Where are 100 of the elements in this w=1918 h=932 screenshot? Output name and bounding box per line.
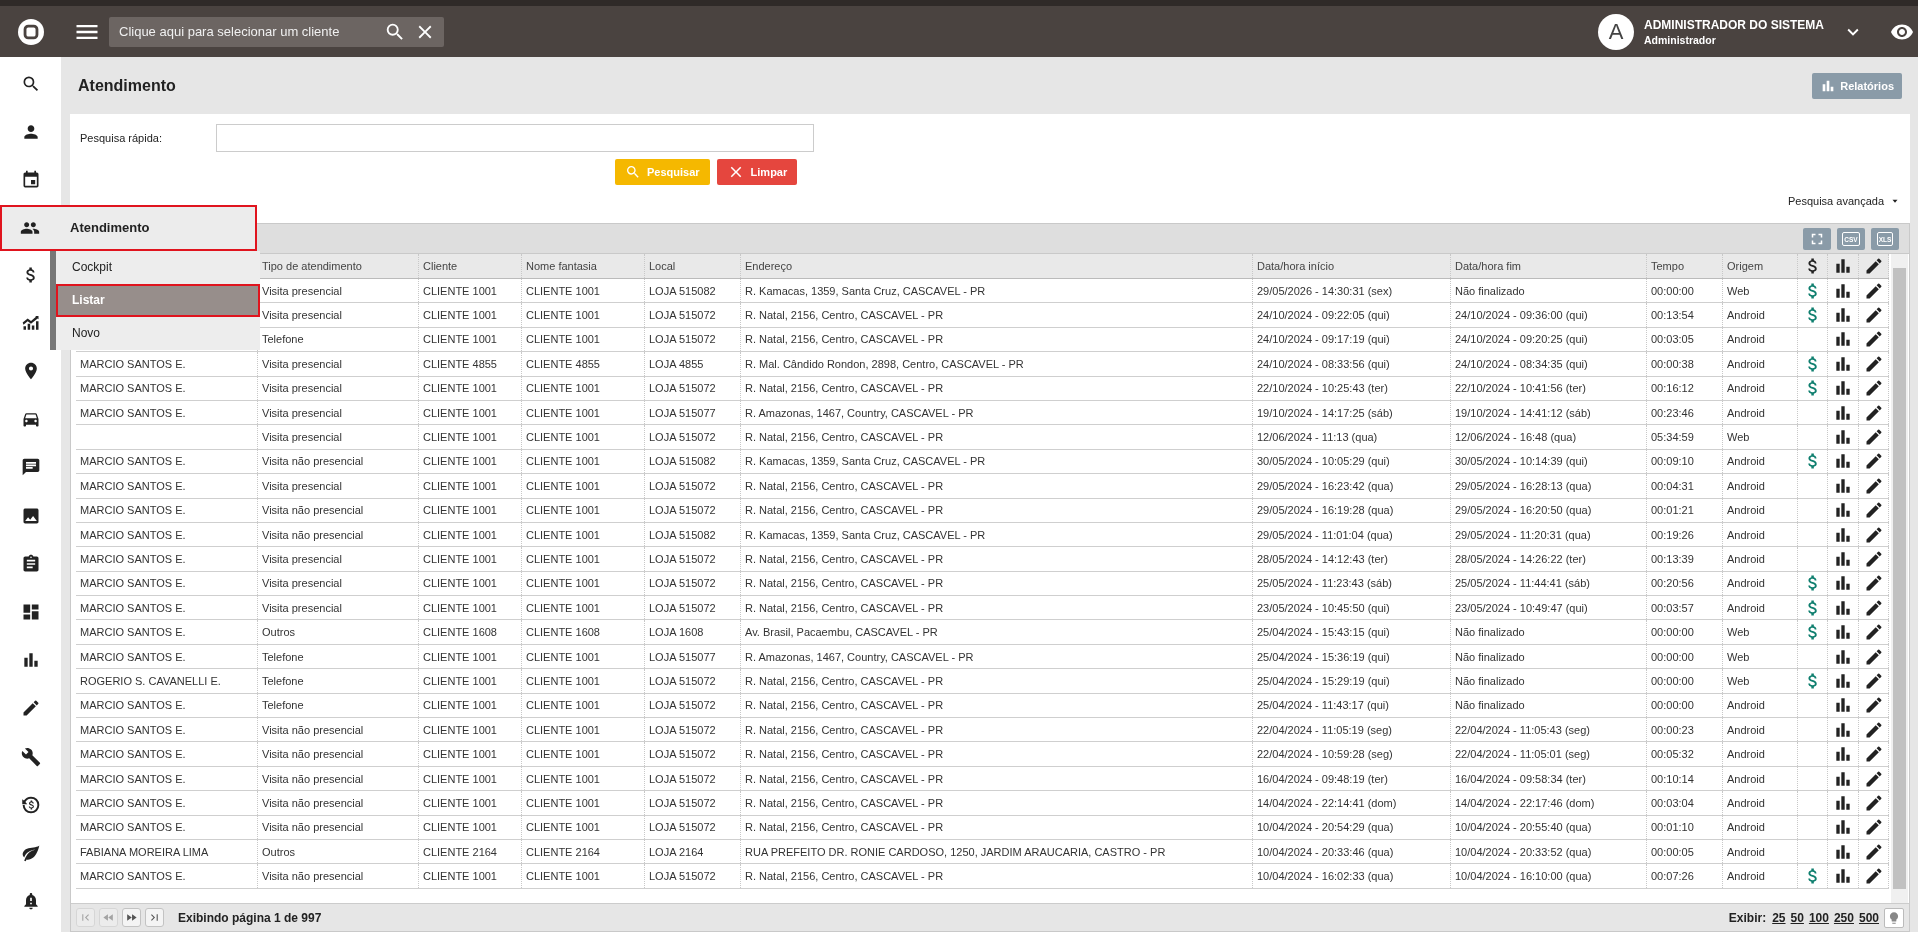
table-cell: LOJA 515072 — [645, 742, 741, 766]
table-cell: MARCIO SANTOS E. — [76, 449, 258, 474]
table-cell: LOJA 515072 — [645, 791, 741, 815]
table-cell: LOJA 515077 — [645, 400, 741, 425]
stats-button[interactable] — [1833, 549, 1853, 569]
table-cell: R. Natal, 2156, Centro, CASCAVEL - PR — [741, 864, 1253, 888]
bar-chart-icon — [1833, 549, 1853, 569]
table-cell: MARCIO SANTOS E. — [76, 620, 258, 644]
field-label: Pesquisa rápida: — [80, 132, 163, 144]
table-cell: LOJA 515082 — [645, 449, 741, 474]
page-size-link[interactable]: 50 — [1790, 910, 1804, 925]
table-cell: Android — [1723, 327, 1798, 352]
table-cell: 19/10/2024 - 14:41:12 (sáb) — [1451, 400, 1647, 425]
table-cell: CLIENTE 1001 — [419, 522, 522, 547]
table-cell: R. Amazonas, 1467, Country, CASCAVEL - PR — [741, 644, 1253, 669]
table-cell: CLIENTE 1001 — [522, 791, 645, 815]
column-header: Data/hora fim — [1451, 254, 1647, 278]
clear-button[interactable]: Limpar — [716, 159, 798, 185]
table-cell: 28/05/2024 - 14:12:43 (ter) — [1253, 547, 1451, 571]
table-cell: 16/04/2024 - 09:48:19 (ter) — [1253, 766, 1451, 791]
table-cell: MARCIO SANTOS E. — [76, 718, 258, 742]
table-cell: CLIENTE 1001 — [419, 766, 522, 791]
submenu-item[interactable]: Cockpit — [56, 250, 260, 284]
table-cell: R. Kamacas, 1359, Santa Cruz, CASCAVEL - PR — [741, 522, 1253, 547]
table-cell: CLIENTE 1001 — [522, 815, 645, 839]
table-cell: 16/04/2024 - 09:58:34 (ter) — [1451, 766, 1647, 791]
table-cell: CLIENTE 1001 — [419, 376, 522, 400]
column-header: Cliente — [419, 254, 522, 278]
quick-search-field[interactable] — [216, 124, 814, 152]
page-size-link[interactable]: 100 — [1808, 910, 1829, 925]
table-cell: 24/10/2024 - 08:33:56 (qui) — [1253, 352, 1451, 376]
submenu-item[interactable]: Novo — [56, 316, 260, 350]
table-cell: CLIENTE 1001 — [522, 498, 645, 522]
table-cell: Visita presencial — [258, 474, 419, 498]
table-cell: CLIENTE 1001 — [522, 693, 645, 718]
table-cell: Web — [1723, 620, 1798, 644]
table-cell: 10/04/2024 - 20:55:40 (qua) — [1451, 815, 1647, 839]
table-cell: MARCIO SANTOS E. — [76, 815, 258, 839]
table-cell: R. Kamacas, 1359, Santa Cruz, CASCAVEL - PR — [741, 279, 1253, 303]
next-page-button[interactable] — [122, 908, 141, 927]
table-cell: 29/05/2024 - 16:20:50 (qua) — [1451, 498, 1647, 522]
table-cell: 00:04:31 — [1647, 474, 1723, 498]
tips-button[interactable] — [1884, 907, 1904, 928]
table-cell: 10/04/2024 - 16:10:00 (qua) — [1451, 864, 1647, 888]
client-search-field[interactable]: Clique aqui para selecionar um cliente — [109, 16, 444, 47]
table-cell: 29/05/2024 - 16:23:42 (qua) — [1253, 474, 1451, 498]
table-cell: CLIENTE 1001 — [419, 791, 522, 815]
table-cell: R. Natal, 2156, Centro, CASCAVEL - PR — [741, 425, 1253, 449]
table-cell: R. Mal. Cândido Rondon, 2898, Centro, CASCAVEL - PR — [741, 352, 1253, 376]
table-cell: MARCIO SANTOS E. — [76, 400, 258, 425]
table-cell: R. Natal, 2156, Centro, CASCAVEL - PR — [741, 571, 1253, 596]
table-cell: Av. Brasil, Pacaembu, CASCAVEL - PR — [741, 620, 1253, 644]
column-header: Endereço — [741, 254, 1253, 278]
table-cell: 00:00:38 — [1647, 352, 1723, 376]
table-cell: Visita não presencial — [258, 449, 419, 474]
table-cell: 05:34:59 — [1647, 425, 1723, 449]
table-cell: CLIENTE 1001 — [419, 425, 522, 449]
table-cell: LOJA 515072 — [645, 303, 741, 327]
table-cell: LOJA 515072 — [645, 376, 741, 400]
table-cell: MARCIO SANTOS E. — [76, 547, 258, 571]
table-cell: Visita presencial — [258, 596, 419, 620]
table-cell: 30/05/2024 - 10:05:29 (qui) — [1253, 449, 1451, 474]
table-cell: CLIENTE 1001 — [522, 327, 645, 352]
table-cell: 22/04/2024 - 11:05:01 (seg) — [1451, 742, 1647, 766]
table-cell: R. Natal, 2156, Centro, CASCAVEL - PR — [741, 376, 1253, 400]
table-cell: 29/05/2024 - 16:19:28 (qua) — [1253, 498, 1451, 522]
table-cell: 30/05/2024 - 10:14:39 (qui) — [1451, 449, 1647, 474]
table-cell: Android — [1723, 791, 1798, 815]
table-cell: 25/04/2024 - 15:29:19 (qui) — [1253, 669, 1451, 693]
table-cell: 00:01:10 — [1647, 815, 1723, 839]
table-cell: LOJA 515072 — [645, 669, 741, 693]
table-cell: 14/04/2024 - 22:14:41 (dom) — [1253, 791, 1451, 815]
page-size-link[interactable]: 250 — [1833, 910, 1854, 925]
table-cell: MARCIO SANTOS E. — [76, 596, 258, 620]
table-cell: 29/05/2024 - 11:20:31 (qua) — [1451, 522, 1647, 547]
scrollbar[interactable] — [1891, 254, 1908, 903]
user-role: Administrador — [1644, 33, 1717, 46]
table-cell: 22/10/2024 - 10:25:43 (ter) — [1253, 376, 1451, 400]
table-cell: LOJA 1608 — [645, 620, 741, 644]
table-cell: CLIENTE 1001 — [419, 449, 522, 474]
table-cell: MARCIO SANTOS E. — [76, 376, 258, 400]
last-page-button[interactable] — [145, 908, 164, 927]
table-cell: Android — [1723, 840, 1798, 864]
table-cell: 19/10/2024 - 14:17:25 (sáb) — [1253, 400, 1451, 425]
column-header: Origem — [1723, 254, 1798, 278]
table-cell: Android — [1723, 522, 1798, 547]
table-cell: 22/04/2024 - 10:59:28 (seg) — [1253, 742, 1451, 766]
table-cell: FABIANA MOREIRA LIMA — [76, 840, 258, 864]
table-cell: CLIENTE 1001 — [419, 693, 522, 718]
advanced-search-link[interactable]: Pesquisa avançada — [1788, 195, 1900, 217]
fullscreen-button[interactable] — [1803, 228, 1831, 250]
sidebar-item[interactable]: Atendimento — [0, 204, 257, 251]
page-size-link[interactable]: 500 — [1858, 910, 1879, 925]
table-cell: 00:00:23 — [1647, 718, 1723, 742]
page-size-link[interactable]: 25 — [1772, 910, 1786, 925]
table-cell: CLIENTE 1001 — [522, 742, 645, 766]
table-cell: CLIENTE 1001 — [419, 474, 522, 498]
table-cell: 29/05/2024 - 11:01:04 (qua) — [1253, 522, 1451, 547]
table-cell: MARCIO SANTOS E. — [76, 791, 258, 815]
client-search-input[interactable]: Clique aqui para selecionar um cliente — [117, 23, 376, 40]
